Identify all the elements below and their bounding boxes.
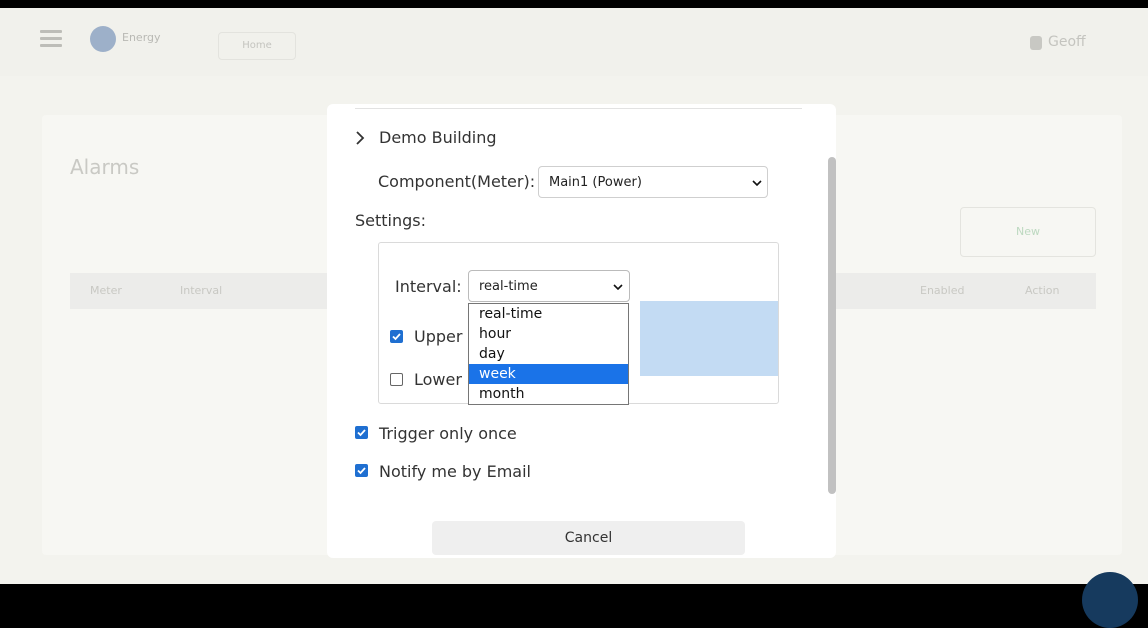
threshold-input-selection[interactable] (640, 301, 778, 376)
component-label: Component(Meter): (378, 172, 536, 191)
column-header-action: Action (1025, 284, 1060, 297)
new-alarm-button[interactable]: New (960, 207, 1096, 257)
user-menu[interactable]: Geoff (1048, 34, 1086, 50)
upper-checkbox[interactable] (390, 330, 403, 343)
building-tree-item[interactable]: Demo Building (379, 128, 497, 147)
lower-checkbox[interactable] (390, 373, 403, 386)
page-title: Alarms (70, 155, 140, 179)
divider (355, 108, 802, 109)
interval-option-week[interactable]: week (469, 364, 628, 384)
component-select[interactable]: Main1 (Power) (538, 166, 768, 198)
home-nav-button[interactable]: Home (218, 32, 296, 60)
menu-icon[interactable] (40, 30, 62, 47)
chevron-down-icon (752, 180, 762, 186)
component-select-value: Main1 (Power) (549, 175, 642, 190)
chevron-down-icon (613, 284, 623, 290)
column-header-interval: Interval (180, 284, 223, 297)
cancel-button[interactable]: Cancel (432, 521, 745, 555)
brand-logo-icon (90, 26, 116, 52)
interval-select[interactable]: real-time (468, 270, 630, 302)
column-header-meter: Meter (90, 284, 122, 297)
lower-label: Lower (414, 370, 462, 389)
trigger-once-label: Trigger only once (379, 424, 517, 443)
interval-dropdown-list: real-time hour day week month (468, 303, 629, 405)
user-icon (1030, 36, 1042, 50)
top-bar: Energy Home Geoff (0, 8, 1148, 76)
interval-option-day[interactable]: day (469, 344, 628, 364)
chat-button[interactable] (1082, 572, 1138, 628)
chevron-right-icon[interactable] (355, 130, 368, 146)
interval-option-hour[interactable]: hour (469, 324, 628, 344)
upper-label: Upper (414, 327, 463, 346)
notify-email-label: Notify me by Email (379, 462, 531, 481)
interval-select-value: real-time (479, 279, 538, 294)
interval-label: Interval: (395, 277, 462, 296)
modal-scrollbar[interactable] (828, 157, 836, 494)
interval-option-real-time[interactable]: real-time (469, 304, 628, 324)
notify-email-checkbox[interactable] (355, 464, 368, 477)
column-header-enabled: Enabled (920, 284, 965, 297)
interval-option-month[interactable]: month (469, 384, 628, 404)
settings-label: Settings: (355, 211, 427, 230)
brand-name: Energy (122, 31, 161, 44)
trigger-once-checkbox[interactable] (355, 426, 368, 439)
